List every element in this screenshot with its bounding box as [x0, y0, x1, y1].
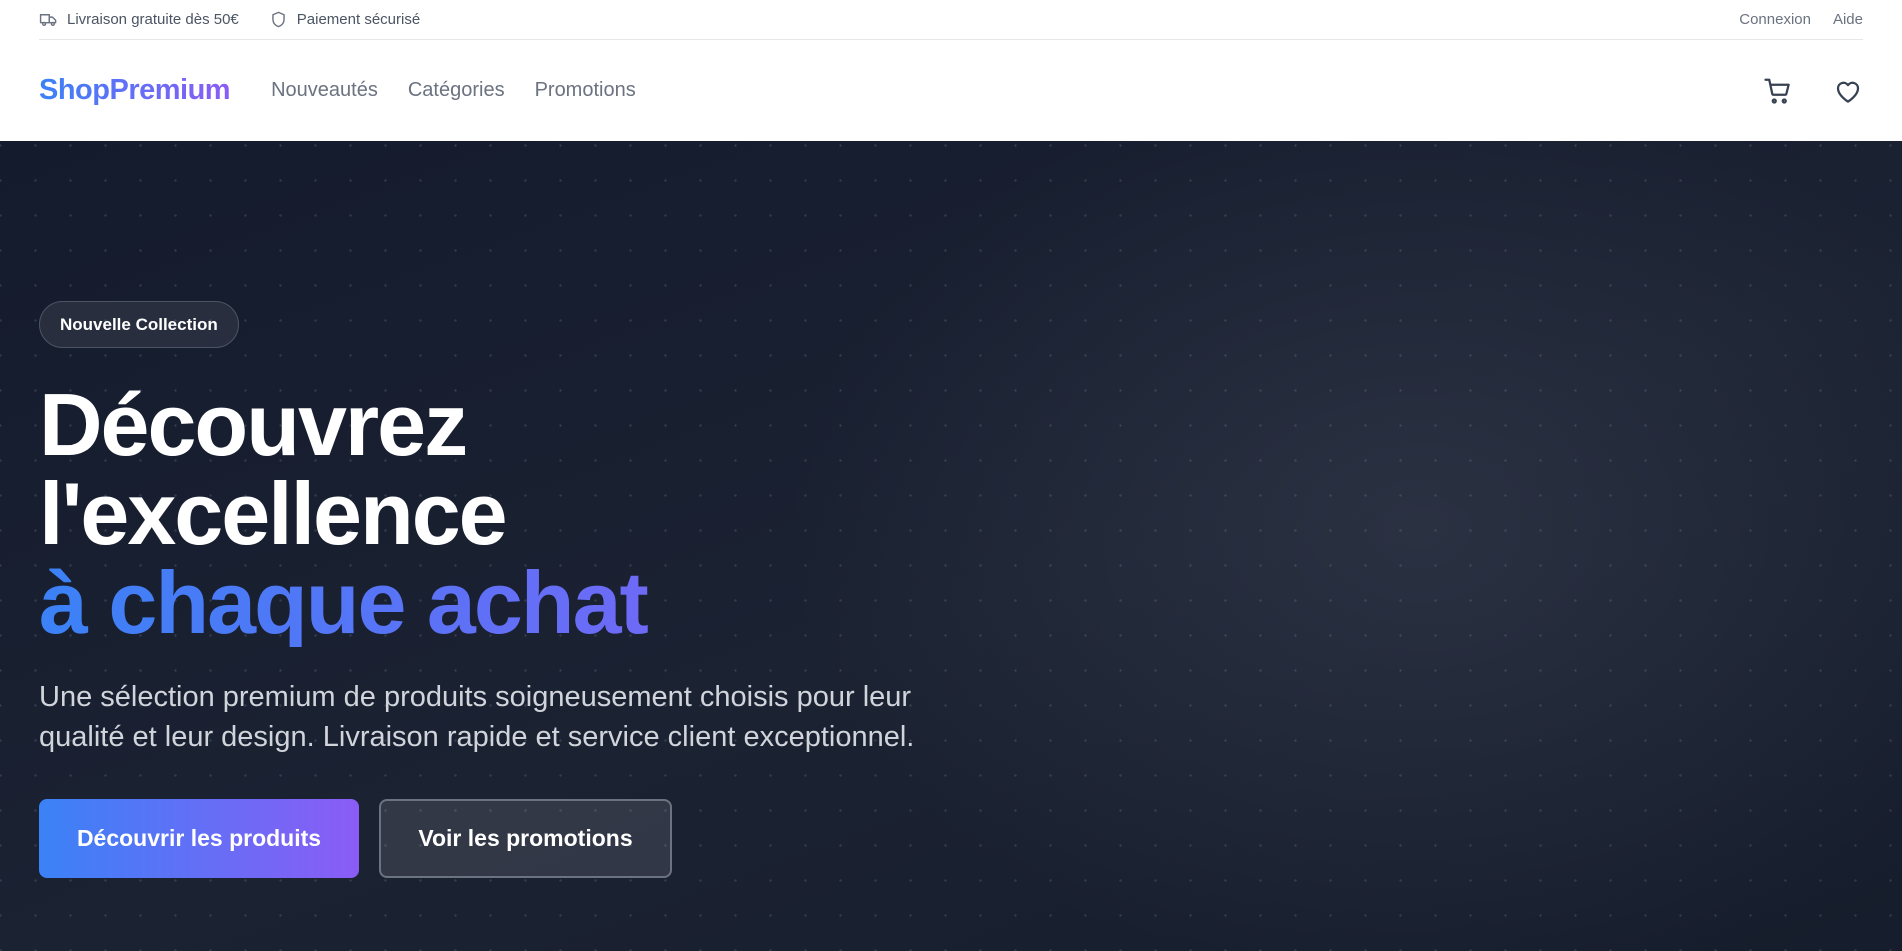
headline-line-1: Découvrez: [39, 375, 468, 474]
secure-payment-text: Paiement sécurisé: [296, 11, 421, 28]
collection-badge: Nouvelle Collection: [39, 301, 239, 348]
top-info-left: Livraison gratuite dès 50€ Paiement sécu…: [39, 10, 420, 29]
hero-content: Nouvelle Collection Découvrez l'excellen…: [39, 301, 999, 878]
shield-icon: [272, 11, 285, 28]
secure-payment-info: Paiement sécurisé: [269, 10, 420, 29]
main-nav: Nouveautés Catégories Promotions: [271, 79, 636, 102]
hero-description: Une sélection premium de produits soigne…: [39, 681, 915, 753]
hero-section: Nouvelle Collection Découvrez l'excellen…: [0, 141, 1902, 951]
top-info-bar-inner: Livraison gratuite dès 50€ Paiement sécu…: [39, 0, 1863, 40]
wishlist-button[interactable]: [1833, 76, 1863, 106]
top-info-bar: Livraison gratuite dès 50€ Paiement sécu…: [0, 0, 1902, 40]
cart-icon: [1764, 78, 1790, 104]
free-shipping-text: Livraison gratuite dès 50€: [67, 11, 239, 28]
headline-accent: à chaque achat: [39, 558, 999, 647]
view-promotions-button[interactable]: Voir les promotions: [379, 799, 672, 878]
hero-cta-group: Découvrir les produits Voir les promotio…: [39, 799, 999, 878]
top-info-right: Connexion Aide: [1739, 11, 1863, 28]
shop-logo[interactable]: ShopPremium: [39, 74, 231, 107]
headline-line-2: l'excellence: [39, 464, 508, 563]
nav-item-promotions[interactable]: Promotions: [535, 79, 636, 102]
help-link[interactable]: Aide: [1833, 11, 1863, 28]
cart-button[interactable]: [1763, 76, 1793, 106]
nav-item-new-arrivals[interactable]: Nouveautés: [271, 79, 378, 102]
truck-icon: [39, 14, 57, 26]
heart-icon: [1836, 81, 1860, 103]
login-link[interactable]: Connexion: [1739, 11, 1811, 28]
hero-headline: Découvrez l'excellence à chaque achat: [39, 380, 999, 647]
main-header: ShopPremium Nouveautés Catégories Promot…: [0, 40, 1902, 141]
discover-products-button[interactable]: Découvrir les produits: [39, 799, 359, 878]
nav-item-categories[interactable]: Catégories: [408, 79, 505, 102]
main-header-inner: ShopPremium Nouveautés Catégories Promot…: [39, 40, 1863, 141]
free-shipping-info: Livraison gratuite dès 50€: [39, 10, 239, 29]
header-actions: [1763, 76, 1863, 106]
